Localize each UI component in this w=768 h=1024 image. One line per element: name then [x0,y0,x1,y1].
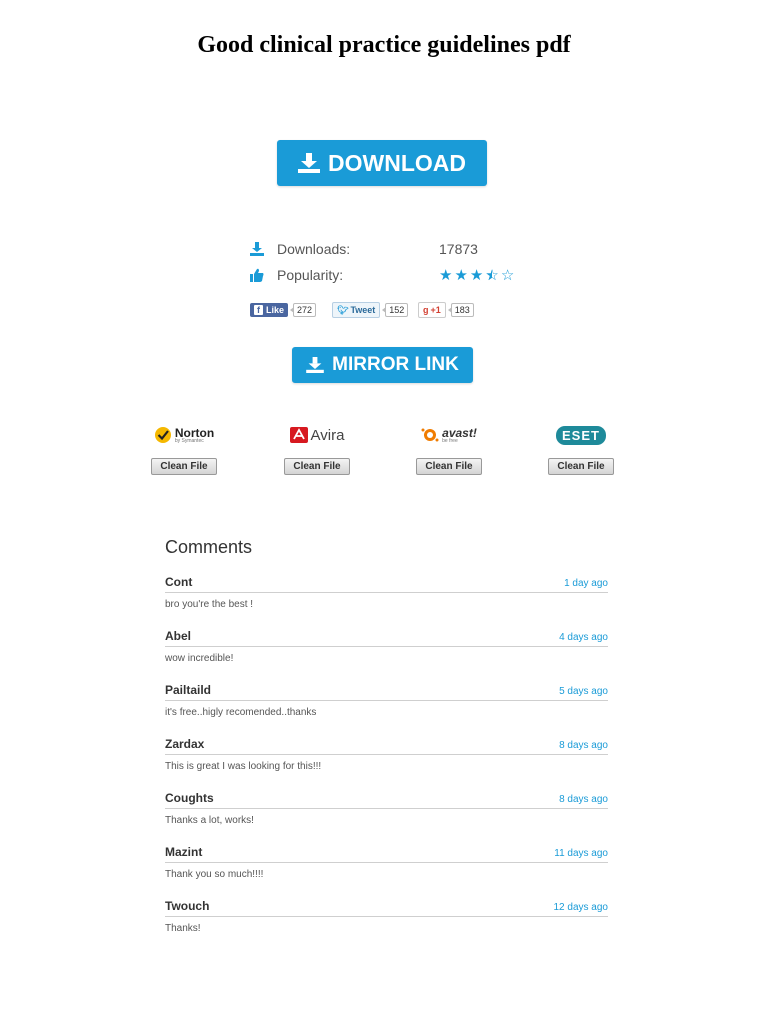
comment-time[interactable]: 8 days ago [559,740,608,751]
avast-icon [421,428,439,442]
mirror-link-button[interactable]: MIRROR LINK [292,347,473,383]
comment-author: Twouch [165,899,210,913]
comment-author: Zardax [165,737,205,751]
avast-clean-file-button[interactable]: Clean File [416,458,482,475]
avast-badge: avast! be free Clean File [404,420,494,475]
twitter-tweet[interactable]: 🐦︎ Tweet 152 [332,302,409,318]
star-full-icon: ★ [469,267,484,284]
facebook-icon: f [254,305,263,315]
comment-author: Pailtaild [165,683,212,697]
avast-sub: be free [442,437,458,444]
star-empty-icon: ☆ [500,267,515,284]
page-title: Good clinical practice guidelines pdf [197,32,571,58]
download-button[interactable]: DOWNLOAD [277,140,487,186]
avira-clean-file-button[interactable]: Clean File [284,458,350,475]
google-plus-icon: g [423,305,429,315]
comment-time[interactable]: 5 days ago [559,686,608,697]
popularity-stars: ★ ★ ★ ☆★ ☆ [439,266,514,284]
norton-name: Norton [174,425,215,440]
avira-logo: Avira [272,420,362,450]
star-half-icon: ☆★ [485,267,499,284]
twitter-icon: 🐦︎ [337,304,349,315]
norton-sub: by Symantec [174,437,204,444]
comment-time[interactable]: 11 days ago [554,848,608,859]
comment-time[interactable]: 8 days ago [559,794,608,805]
comment-text: Thanks a lot, works! [165,815,254,826]
comments-heading: Comments [165,537,253,557]
popularity-label: Popularity: [277,267,344,283]
comment-text: Thanks! [165,923,201,934]
tweet-button[interactable]: 🐦︎ Tweet [332,302,381,318]
comment-item: Abel 4 days ago wow incredible! [165,629,608,664]
star-full-icon: ★ [439,267,453,284]
comment-time[interactable]: 1 day ago [564,578,608,589]
avast-name: avast! [442,425,477,440]
comment-text: it's free..higly recomended..thanks [165,707,317,718]
avira-badge: Avira Clean File [272,420,362,475]
comment-text: bro you're the best ! [165,599,254,610]
facebook-like[interactable]: f Like 272 [250,302,317,318]
comment-author: Coughts [165,791,214,805]
eset-logo: eset [536,420,626,450]
comment-time[interactable]: 12 days ago [554,902,609,913]
downloads-value: 17873 [439,241,478,257]
google-plus-count: 183 [447,303,474,317]
eset-badge: eset Clean File [536,420,626,475]
facebook-like-button[interactable]: f Like [250,303,289,317]
comment-text: This is great I was looking for this!!! [165,761,322,772]
downloads-label: Downloads: [277,241,351,257]
comment-text: Thank you so much!!!! [165,869,264,880]
star-full-icon: ★ [454,267,468,284]
comment-item: Coughts 8 days ago Thanks a lot, works! [165,791,608,826]
eset-name: eset [556,425,606,445]
comment-text: wow incredible! [165,653,234,664]
downloads-stat: Downloads: 17873 [250,239,478,259]
norton-clean-file-button[interactable]: Clean File [151,458,217,475]
norton-logo: Norton by Symantec [139,420,229,450]
avira-name: Avira [310,426,345,444]
download-icon [250,242,264,256]
thumbs-up-icon [250,268,264,282]
popularity-stat: Popularity: ★ ★ ★ ☆★ ☆ [250,265,514,285]
mirror-link-label: MIRROR LINK [332,354,459,375]
norton-check-icon [154,427,171,443]
eset-clean-file-button[interactable]: Clean File [548,458,614,475]
download-label: DOWNLOAD [328,149,466,176]
facebook-count: 272 [290,303,317,317]
google-plus-one[interactable]: g +1 183 [418,302,474,318]
comment-item: Mazint 11 days ago Thank you so much!!!! [165,845,608,880]
comment-item: Twouch 12 days ago Thanks! [165,899,608,934]
comment-author: Cont [165,575,193,589]
facebook-like-label: Like [266,305,285,315]
tweet-label: Tweet [350,305,376,315]
norton-badge: Norton by Symantec Clean File [139,420,229,475]
comment-author: Abel [165,629,192,643]
download-icon [298,153,320,173]
comment-item: Cont 1 day ago bro you're the best ! [165,575,608,610]
avast-logo: avast! be free [404,420,494,450]
google-plus-label: +1 [430,305,441,315]
comment-author: Mazint [165,845,203,859]
google-plus-button[interactable]: g +1 [418,302,446,318]
comment-item: Zardax 8 days ago This is great I was loo… [165,737,608,772]
comment-time[interactable]: 4 days ago [559,632,608,643]
tweet-count: 152 [382,303,409,317]
avira-icon [289,427,308,443]
download-icon [306,357,324,373]
comment-item: Pailtaild 5 days ago it's free..higly rec… [165,683,608,718]
